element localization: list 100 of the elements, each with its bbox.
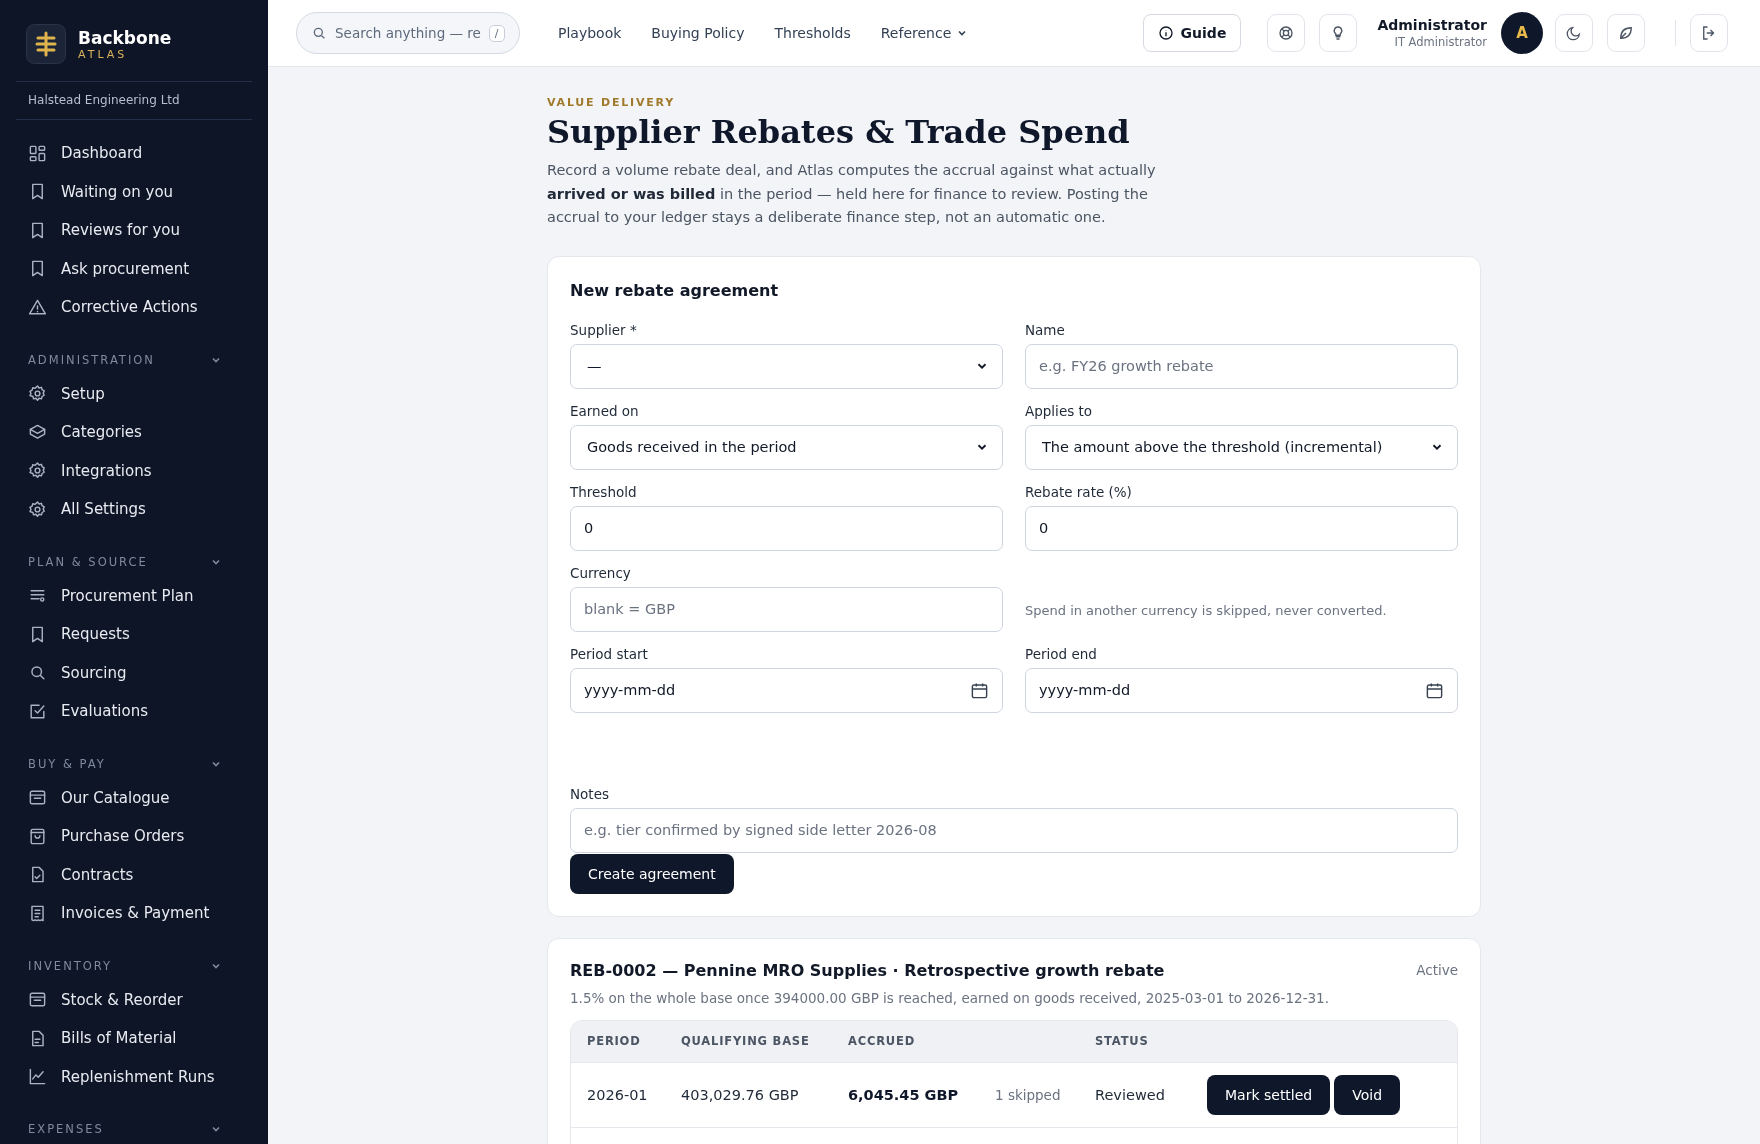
checkbox-icon: [28, 701, 47, 721]
sidebar-item[interactable]: Corrective Actions: [16, 288, 252, 327]
date-field[interactable]: yyyy-mm-dd: [1025, 667, 1458, 713]
sidebar-item[interactable]: Contracts: [16, 855, 252, 894]
settings-icon: [28, 384, 47, 404]
nav-link[interactable]: Reference: [880, 25, 969, 41]
agreement-summary: 1.5% on the whole base once 394000.00 GBP is reached, earned on goods received, 2025-03-01 to 2026-12-31.: [570, 989, 1330, 1006]
field-label: Applies to: [1025, 402, 1094, 419]
shortcut-key: /: [488, 24, 505, 42]
user-avatar[interactable]: A: [1501, 12, 1543, 54]
sidebar-item[interactable]: Setup: [16, 374, 252, 413]
field-label: Currency: [570, 564, 632, 581]
settle-button[interactable]: Mark settled: [1207, 1074, 1331, 1115]
field-label: Supplier *: [570, 321, 638, 338]
bag-icon: [28, 826, 47, 846]
receipt-icon: [28, 903, 47, 923]
tray-icon: [28, 990, 47, 1010]
field-label: Threshold: [570, 483, 638, 500]
field-hint: Spend in another currency is skipped, never converted.: [1025, 602, 1388, 618]
input-field[interactable]: e.g. FY26 growth rebate: [1025, 343, 1458, 389]
column-header: STATUS: [1095, 1034, 1150, 1048]
select-field[interactable]: Goods received in the period: [570, 424, 1003, 470]
cube-icon: [28, 422, 47, 442]
brand-subtitle: ATLAS: [78, 47, 129, 61]
section-heading[interactable]: INVENTORY: [28, 958, 113, 973]
guide-button[interactable]: Guide: [1142, 14, 1242, 52]
sidebar-item[interactable]: Categories: [16, 413, 252, 452]
input-field[interactable]: 0: [570, 505, 1003, 551]
search-field[interactable]: Search anything — re /: [296, 12, 520, 54]
intro-paragraph: Record a volume rebate deal, and Atlas computes the accrual against what actually arrived or was billed in the period — held here for finance to review. Posting the accrual to your ledger stays a deliberate finance step, not an automatic one.: [547, 161, 1157, 227]
dark-mode-button[interactable]: [1555, 14, 1593, 52]
field-label: Name: [1025, 321, 1066, 338]
calendar-icon[interactable]: [1425, 680, 1444, 700]
sidebar-item[interactable]: Ask procurement: [16, 249, 252, 288]
page-title: Supplier Rebates & Trade Spend: [547, 113, 1131, 151]
column-header: ACCRUED: [848, 1034, 916, 1048]
nav-link[interactable]: Buying Policy: [651, 25, 745, 41]
sidebar-item[interactable]: Purchase Orders: [16, 817, 252, 856]
table-cell-text: Reviewed: [1095, 1086, 1166, 1103]
logout-button[interactable]: [1690, 14, 1728, 52]
nav-link[interactable]: Thresholds: [774, 25, 851, 41]
sidebar-item[interactable]: Integrations: [16, 451, 252, 490]
field-label: Period end: [1025, 645, 1098, 662]
nav-link[interactable]: Playbook: [558, 25, 622, 41]
section-heading[interactable]: BUY & PAY: [28, 756, 106, 771]
settings-icon: [28, 499, 47, 519]
section-heading[interactable]: PLAN & SOURCE: [28, 554, 148, 569]
search-icon: [311, 25, 327, 41]
sidebar-item[interactable]: Replenishment Runs: [16, 1057, 252, 1096]
eyebrow-label: VALUE DELIVERY: [547, 96, 676, 109]
field-label: Notes: [570, 785, 610, 802]
date-field[interactable]: yyyy-mm-dd: [570, 667, 1003, 713]
leaf-button[interactable]: [1607, 14, 1645, 52]
sidebar-item[interactable]: Bills of Material: [16, 1019, 252, 1058]
help-button[interactable]: [1267, 14, 1306, 52]
organization-name: Halstead Engineering Ltd: [16, 82, 252, 120]
select-field[interactable]: —: [570, 343, 1003, 389]
column-header: QUALIFYING BASE: [681, 1034, 811, 1048]
sidebar-item[interactable]: Dashboard: [16, 134, 252, 173]
logo-icon: [26, 24, 66, 64]
agreement-title: REB-0002 — Pennine MRO Supplies · Retrospective growth rebate: [570, 960, 1165, 980]
sidebar-item[interactable]: All Settings: [16, 490, 252, 529]
grid-icon: [28, 143, 47, 163]
tray-icon: [28, 788, 47, 808]
sidebar-item[interactable]: Procurement Plan: [16, 576, 252, 615]
status-label: Active: [1416, 962, 1458, 978]
select-field[interactable]: The amount above the threshold (incremental): [1025, 424, 1458, 470]
table-cell-text: 1 skipped: [995, 1086, 1062, 1103]
calendar-icon[interactable]: [970, 680, 989, 700]
input-field[interactable]: 0: [1025, 505, 1458, 551]
sidebar-item[interactable]: Sourcing: [16, 653, 252, 692]
field-label: Period start: [570, 645, 649, 662]
sidebar-item[interactable]: Reviews for you: [16, 211, 252, 250]
section-heading[interactable]: EXPENSES: [28, 1122, 104, 1136]
user-role: IT Administrator: [1394, 35, 1487, 49]
section-heading[interactable]: ADMINISTRATION: [28, 352, 155, 367]
void-button[interactable]: Void: [1334, 1074, 1401, 1115]
moon-icon: [1565, 24, 1583, 42]
sidebar-item[interactable]: Requests: [16, 615, 252, 654]
column-header: PERIOD: [587, 1034, 642, 1048]
user-name: Administrator: [1377, 17, 1487, 33]
brand-name: Backbone: [78, 27, 172, 48]
table-cell-text: 6,045.45 GBP: [848, 1086, 960, 1103]
info-icon: [1157, 25, 1174, 41]
sidebar-item[interactable]: Stock & Reorder: [16, 980, 252, 1019]
leaf-icon: [1617, 24, 1635, 42]
field-label: Earned on: [570, 402, 640, 419]
table-cell-text: 403,029.76 GBP: [681, 1086, 800, 1103]
input-field[interactable]: blank = GBP: [570, 586, 1003, 632]
sidebar-item[interactable]: Waiting on you: [16, 172, 252, 211]
sidebar-item[interactable]: Our Catalogue: [16, 778, 252, 817]
field-label: Rebate rate (%): [1025, 483, 1133, 500]
settings-icon: [28, 461, 47, 481]
create-button[interactable]: Create agreement: [570, 853, 734, 894]
table-cell-text: 2026-01: [587, 1086, 649, 1103]
idea-button[interactable]: [1319, 14, 1358, 52]
sidebar-item[interactable]: Invoices & Payment: [16, 894, 252, 933]
sidebar-item[interactable]: Evaluations: [16, 692, 252, 731]
notes-field[interactable]: e.g. tier confirmed by signed side letter 2026-08: [570, 807, 1458, 853]
lifebuoy-icon: [1277, 24, 1296, 42]
